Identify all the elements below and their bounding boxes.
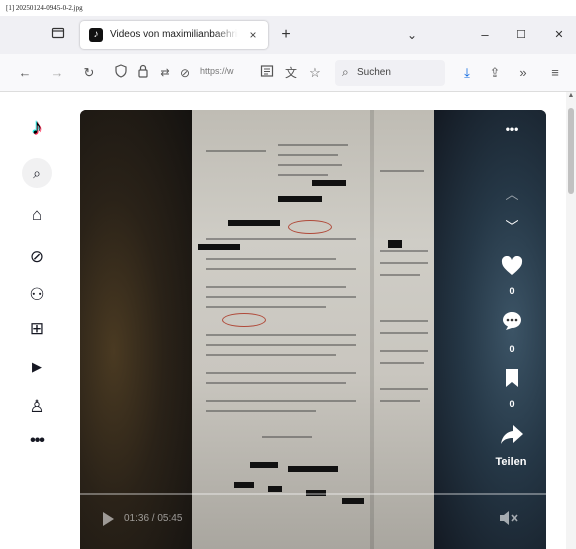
permissions-icon[interactable]: ⇄	[156, 64, 174, 82]
play-icon[interactable]	[100, 511, 116, 527]
comment-count: 0	[509, 344, 515, 354]
save-bookmark-icon[interactable]	[500, 368, 524, 393]
explore-compass-icon[interactable]: ⊘	[22, 242, 52, 272]
download-icon[interactable]: ⤓	[458, 64, 476, 82]
like-count: 0	[509, 286, 515, 296]
navigation-bar: ← → ↻ ⇄ ⊘ https://w 文 ☆ ⌕ Suchen ⤓ ⇪ » ≡	[0, 54, 576, 92]
live-icon[interactable]: ▶	[22, 352, 52, 382]
like-heart-icon[interactable]	[500, 255, 524, 281]
scroll-up-icon[interactable]: ▲	[567, 92, 575, 99]
image-caption: [1] 20250124-0945-0-2.jpg	[6, 4, 83, 12]
translate-icon[interactable]: 文	[282, 64, 300, 82]
autoplay-blocked-icon[interactable]: ⊘	[176, 64, 194, 82]
forward-arrow-icon[interactable]: →	[48, 64, 66, 82]
back-arrow-icon[interactable]: ←	[16, 64, 34, 82]
upload-icon[interactable]: ⊞	[22, 314, 52, 344]
search-input[interactable]: ⌕ Suchen	[335, 60, 445, 86]
list-all-tabs-icon[interactable]: ⌄	[402, 25, 422, 45]
save-count: 0	[509, 399, 515, 409]
search-placeholder: Suchen	[357, 67, 391, 78]
comment-bubble-icon[interactable]	[500, 310, 524, 337]
blurred-background-right	[434, 110, 546, 549]
url-field[interactable]: https://w	[200, 66, 252, 80]
next-video-icon[interactable]: ﹀	[500, 216, 524, 235]
share-arrow-icon[interactable]	[500, 423, 524, 450]
video-player[interactable]: ••• ︿ ﹀ 0 0 0 Teilen 01:36 / 05:45	[80, 110, 546, 549]
home-icon[interactable]: ⌂	[22, 200, 52, 230]
tab-title: Videos von maximilianbaehring	[110, 29, 238, 43]
previous-video-icon[interactable]: ︿	[500, 184, 524, 203]
hamburger-menu-icon[interactable]: ≡	[546, 64, 564, 82]
video-time: 01:36 / 05:45	[124, 513, 183, 524]
search-icon[interactable]: ⌕	[22, 158, 52, 188]
share-icon[interactable]: ⇪	[486, 64, 504, 82]
tracking-shield-icon[interactable]	[112, 64, 130, 82]
scrollbar-thumb[interactable]	[568, 108, 574, 194]
bookmark-star-icon[interactable]: ☆	[306, 64, 324, 82]
reload-icon[interactable]: ↻	[80, 64, 98, 82]
search-icon: ⌕	[342, 65, 349, 79]
active-tab[interactable]: ♪ Videos von maximilianbaehring ×	[80, 21, 268, 49]
minimize-button[interactable]: –	[476, 26, 494, 44]
tiktok-favicon-icon: ♪	[89, 28, 103, 42]
more-options-icon[interactable]: •••	[22, 426, 52, 456]
following-icon[interactable]: ⚇	[22, 280, 52, 310]
video-frame-document	[192, 110, 434, 549]
close-window-button[interactable]: ✕	[550, 26, 568, 44]
lock-icon[interactable]	[134, 64, 152, 82]
maximize-button[interactable]: ☐	[512, 26, 530, 44]
tab-bar: ♪ Videos von maximilianbaehring × + ⌄ – …	[0, 16, 576, 54]
tab-close-icon[interactable]: ×	[246, 28, 260, 42]
tiktok-logo-icon[interactable]: ♪	[22, 112, 52, 142]
tab-overview-icon[interactable]	[48, 25, 68, 45]
mute-speaker-icon[interactable]	[499, 510, 519, 528]
video-progress-bar[interactable]	[80, 493, 546, 495]
share-label[interactable]: Teilen	[488, 456, 534, 468]
tiktok-page: ♪ ⌕ ⌂ ⊘ ⚇ ⊞ ▶ ♙ ••• ••• ︿ ﹀ 0 0 0 Teilen…	[0, 92, 576, 549]
new-tab-button[interactable]: +	[276, 25, 296, 45]
overflow-chevrons-icon[interactable]: »	[514, 64, 532, 82]
blurred-background-left	[80, 110, 192, 549]
reader-view-icon[interactable]	[258, 64, 276, 82]
page-scrollbar[interactable]: ▲	[566, 92, 576, 549]
profile-icon[interactable]: ♙	[22, 392, 52, 422]
video-more-icon[interactable]: •••	[500, 122, 524, 136]
tiktok-sidebar: ♪ ⌕ ⌂ ⊘ ⚇ ⊞ ▶ ♙ •••	[18, 92, 56, 549]
